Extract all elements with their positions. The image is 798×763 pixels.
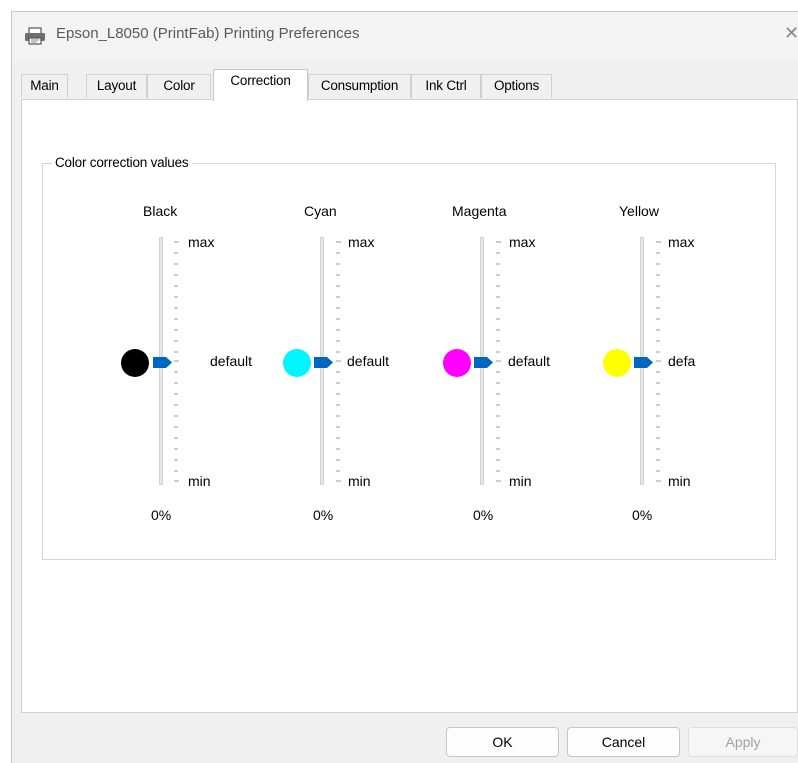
title-bar: Epson_L8050 (PrintFab) Printing Preferen… bbox=[12, 12, 798, 60]
slider-ticks bbox=[496, 241, 501, 482]
slider-ticks bbox=[174, 241, 179, 482]
max-label: max bbox=[348, 234, 375, 250]
value-text: 0% bbox=[313, 507, 334, 523]
close-icon[interactable]: ✕ bbox=[784, 21, 798, 45]
min-label: min bbox=[188, 473, 211, 489]
tab-label: Consumption bbox=[320, 78, 399, 93]
default-label: default bbox=[347, 353, 390, 369]
printer-icon bbox=[25, 27, 45, 45]
default-label: default bbox=[210, 353, 253, 369]
tab-label: Correction bbox=[230, 73, 291, 88]
min-label: min bbox=[348, 473, 371, 489]
tab-ink-ctrl[interactable]: Ink Ctrl bbox=[411, 74, 481, 98]
slider-ticks bbox=[336, 241, 341, 482]
cancel-button[interactable]: Cancel bbox=[567, 727, 680, 757]
slider-thumb[interactable] bbox=[633, 356, 654, 369]
tab-label: Ink Ctrl bbox=[425, 78, 467, 93]
min-label: min bbox=[668, 473, 691, 489]
slider-thumb[interactable] bbox=[152, 356, 173, 369]
slider-ticks bbox=[656, 241, 661, 482]
default-label: default bbox=[508, 353, 551, 369]
ok-button[interactable]: OK bbox=[446, 727, 559, 757]
tab-main[interactable]: Main bbox=[21, 74, 68, 98]
default-label: defa bbox=[668, 353, 696, 369]
value-text: 0% bbox=[473, 507, 494, 523]
tab-label: Color bbox=[163, 78, 195, 93]
black-swatch bbox=[121, 349, 149, 377]
channel-title: Yellow bbox=[619, 203, 659, 219]
max-label: max bbox=[188, 234, 215, 250]
tab-layout[interactable]: Layout bbox=[86, 74, 147, 98]
slider-thumb[interactable] bbox=[313, 356, 334, 369]
tab-options[interactable]: Options bbox=[481, 74, 552, 98]
max-label: max bbox=[509, 234, 536, 250]
channel-title: Magenta bbox=[452, 203, 507, 219]
slider-thumb[interactable] bbox=[473, 356, 494, 369]
channel-title: Black bbox=[143, 203, 178, 219]
tab-label: Layout bbox=[96, 78, 137, 93]
window-title: Epson_L8050 (PrintFab) Printing Preferen… bbox=[56, 25, 360, 42]
value-text: 0% bbox=[632, 507, 653, 523]
cyan-swatch bbox=[283, 349, 311, 377]
max-label: max bbox=[668, 234, 695, 250]
tab-color[interactable]: Color bbox=[147, 74, 211, 98]
tab-label: Main bbox=[30, 78, 59, 93]
group-label: Color correction values bbox=[52, 155, 193, 170]
apply-button[interactable]: Apply bbox=[688, 727, 798, 757]
magenta-swatch bbox=[443, 349, 471, 377]
tab-correction[interactable]: Correction bbox=[213, 69, 308, 101]
tab-label: Options bbox=[493, 78, 540, 93]
tab-consumption[interactable]: Consumption bbox=[308, 74, 411, 98]
yellow-swatch bbox=[603, 349, 631, 377]
min-label: min bbox=[509, 473, 532, 489]
value-text: 0% bbox=[151, 507, 172, 523]
channel-title: Cyan bbox=[304, 203, 337, 219]
